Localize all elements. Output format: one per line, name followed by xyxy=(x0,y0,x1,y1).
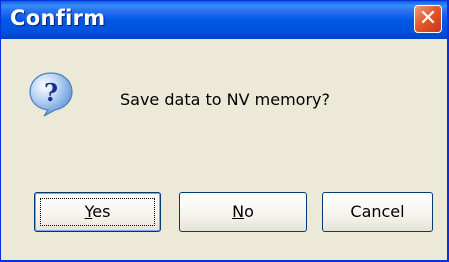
confirm-dialog: Confirm ✕ ? Save data to NV memory? Yes … xyxy=(0,0,449,262)
yes-label-rest: es xyxy=(92,202,111,221)
yes-button-label: Yes xyxy=(85,202,111,221)
no-button[interactable]: No xyxy=(179,192,307,232)
dialog-message: Save data to NV memory? xyxy=(120,90,330,109)
no-button-label: No xyxy=(232,202,254,221)
svg-text:?: ? xyxy=(44,78,58,107)
window-title: Confirm xyxy=(10,6,106,30)
cancel-button-label: Cancel xyxy=(350,202,405,221)
no-label-rest: o xyxy=(244,202,254,221)
close-button[interactable]: ✕ xyxy=(414,5,442,33)
yes-button[interactable]: Yes xyxy=(34,192,161,232)
cancel-button[interactable]: Cancel xyxy=(322,192,433,232)
no-mnemonic: N xyxy=(232,202,245,221)
close-icon: ✕ xyxy=(418,6,438,31)
question-icon: ? xyxy=(29,72,73,117)
title-bar[interactable]: Confirm ✕ xyxy=(1,1,447,39)
